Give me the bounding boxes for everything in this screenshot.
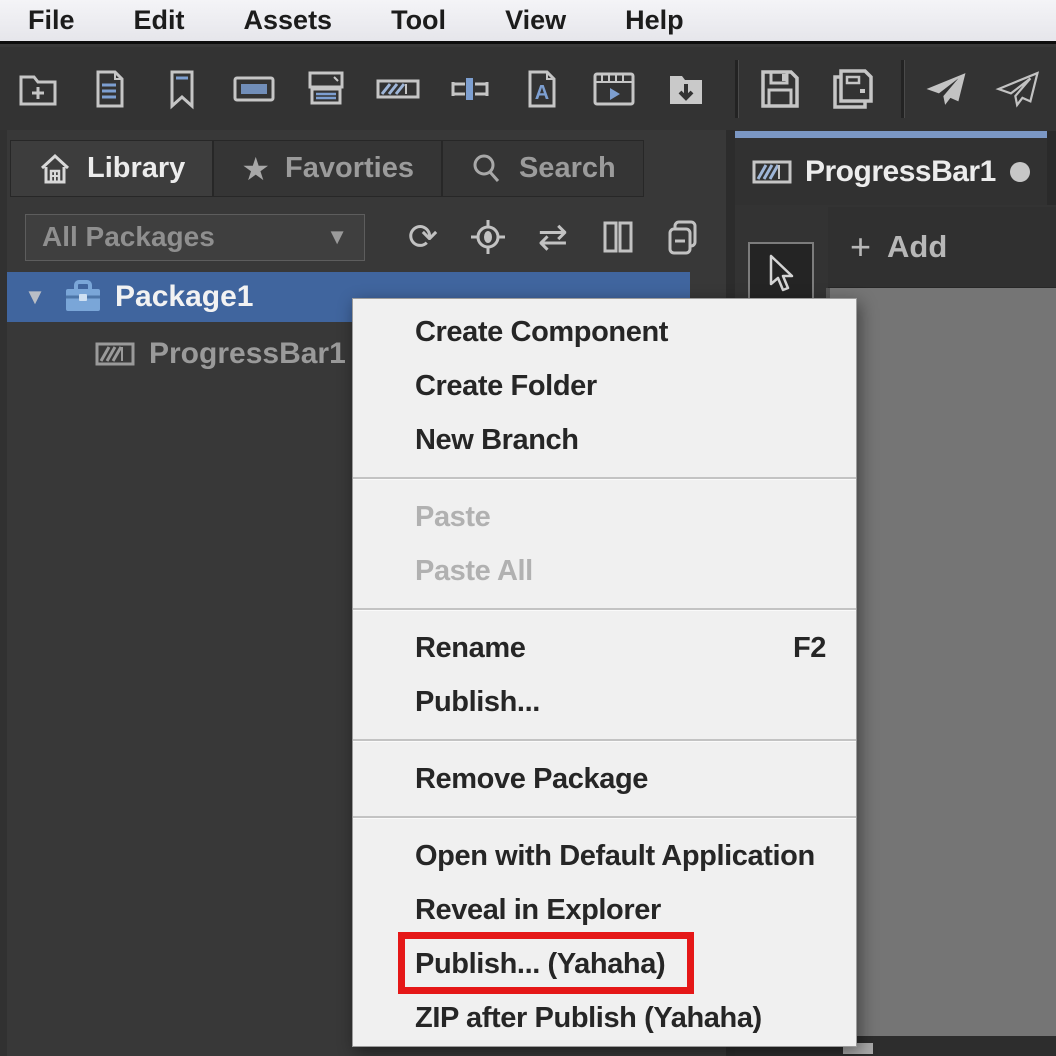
save-all-icon[interactable]: [829, 64, 875, 114]
menu-separator: [353, 739, 856, 742]
cursor-icon: [763, 253, 799, 295]
menu-item-label: Paste: [415, 501, 490, 534]
menu-item-paste-all: Paste All: [353, 544, 856, 598]
progressbar-icon: [752, 158, 792, 186]
menu-item-reveal-in-explorer[interactable]: Reveal in Explorer: [353, 883, 856, 937]
editor-tab-progressbar1[interactable]: ProgressBar1: [735, 138, 1047, 205]
plus-icon: +: [850, 226, 871, 268]
menu-edit[interactable]: Edit: [134, 5, 185, 36]
menu-view[interactable]: View: [505, 5, 566, 36]
save-icon[interactable]: [757, 64, 803, 114]
menu-item-create-folder[interactable]: Create Folder: [353, 359, 856, 413]
package-filter-value: All Packages: [42, 221, 326, 253]
tab-bar-edge: [1047, 131, 1056, 205]
add-button-label: Add: [887, 229, 947, 265]
package-filter-dropdown[interactable]: All Packages ▼: [25, 214, 365, 261]
menu-item-zip-after-publish-yahaha[interactable]: ZIP after Publish (Yahaha): [353, 991, 856, 1045]
refresh-icon[interactable]: ⟳: [402, 216, 444, 258]
menu-item-create-component[interactable]: Create Component: [353, 305, 856, 359]
toolbar-separator: [735, 60, 739, 118]
collapse-all-icon[interactable]: [662, 216, 704, 258]
progressbar-widget-icon[interactable]: [375, 64, 421, 114]
tab-search-label: Search: [519, 152, 616, 185]
library-tab-bar: Library ★ Favorties Search: [10, 140, 644, 197]
progressbar-icon: [95, 340, 135, 368]
tab-favorites[interactable]: ★ Favorties: [213, 140, 442, 197]
menu-item-label: Publish... (Yahaha): [415, 948, 665, 981]
menu-item-label: Publish...: [415, 686, 540, 719]
split-columns-icon[interactable]: [597, 216, 639, 258]
menu-item-label: ZIP after Publish (Yahaha): [415, 1002, 762, 1035]
publish-plane-filled-icon[interactable]: [923, 64, 969, 114]
menu-item-label: New Branch: [415, 424, 579, 457]
menubar: File Edit Assets Tool View Help: [0, 0, 1056, 44]
toolbox-icon: [63, 279, 103, 315]
menu-item-label: Create Folder: [415, 370, 597, 403]
unsaved-dot-icon: [1010, 162, 1030, 182]
active-tab-accent: [735, 131, 1047, 138]
expand-caret-icon[interactable]: ▼: [15, 284, 55, 310]
menu-separator: [353, 477, 856, 480]
menu-item-new-branch[interactable]: New Branch: [353, 413, 856, 467]
bookmark-icon[interactable]: [159, 64, 205, 114]
text-widget-icon[interactable]: A: [519, 64, 565, 114]
search-icon: [470, 152, 504, 186]
chevron-down-icon: ▼: [326, 224, 348, 250]
slider-widget-icon[interactable]: [447, 64, 493, 114]
menu-item-label: Open with Default Application: [415, 840, 815, 873]
video-widget-icon[interactable]: [591, 64, 637, 114]
menu-item-label: Rename: [415, 632, 525, 665]
add-bar: + Add: [828, 207, 1056, 288]
menu-item-shortcut: F2: [793, 632, 826, 665]
home-icon: [38, 152, 72, 186]
context-menu: Create Component Create Folder New Branc…: [352, 298, 857, 1047]
menu-file[interactable]: File: [28, 5, 75, 36]
editor-canvas[interactable]: [826, 288, 1056, 1036]
select-tool-button[interactable]: [748, 242, 814, 306]
publish-plane-outline-icon[interactable]: [995, 64, 1041, 114]
menu-tool[interactable]: Tool: [391, 5, 446, 36]
star-icon: ★: [241, 153, 270, 185]
tab-search[interactable]: Search: [442, 140, 644, 197]
menu-item-label: Reveal in Explorer: [415, 894, 661, 927]
button-widget-icon[interactable]: [231, 64, 277, 114]
menu-item-remove-package[interactable]: Remove Package: [353, 752, 856, 806]
tab-library[interactable]: Library: [10, 140, 213, 197]
tab-favorites-label: Favorties: [285, 152, 414, 185]
locate-icon[interactable]: [467, 216, 509, 258]
menu-item-rename[interactable]: Rename F2: [353, 621, 856, 675]
editor-tab-label: ProgressBar1: [805, 155, 996, 189]
menu-item-label: Remove Package: [415, 763, 648, 796]
menu-item-publish[interactable]: Publish...: [353, 675, 856, 729]
library-controls-row: All Packages ▼ ⟳ ⇄: [7, 208, 726, 266]
menu-item-label: Paste All: [415, 555, 533, 588]
tree-row-package1-label: Package1: [115, 280, 253, 314]
menu-item-publish-yahaha[interactable]: Publish... (Yahaha): [353, 937, 856, 991]
tree-row-progressbar1-label: ProgressBar1: [149, 337, 346, 371]
menu-help[interactable]: Help: [625, 5, 684, 36]
menu-assets[interactable]: Assets: [244, 5, 333, 36]
menu-separator: [353, 608, 856, 611]
add-button[interactable]: + Add: [850, 226, 947, 268]
new-package-icon[interactable]: [15, 64, 61, 114]
menu-item-label: Create Component: [415, 316, 668, 349]
library-tools: ⟳ ⇄: [402, 216, 704, 258]
app-window: File Edit Assets Tool View Help A: [0, 0, 1056, 1056]
menu-item-paste: Paste: [353, 490, 856, 544]
svg-text:A: A: [535, 82, 549, 104]
combobox-widget-icon[interactable]: [303, 64, 349, 114]
toolbar: A: [0, 47, 1056, 130]
menu-separator: [353, 816, 856, 819]
swap-icon[interactable]: ⇄: [532, 216, 574, 258]
tab-library-label: Library: [87, 152, 185, 185]
new-component-icon[interactable]: [87, 64, 133, 114]
toolbar-separator: [901, 60, 905, 118]
menu-item-open-with-default-application[interactable]: Open with Default Application: [353, 829, 856, 883]
import-download-icon[interactable]: [663, 64, 709, 114]
